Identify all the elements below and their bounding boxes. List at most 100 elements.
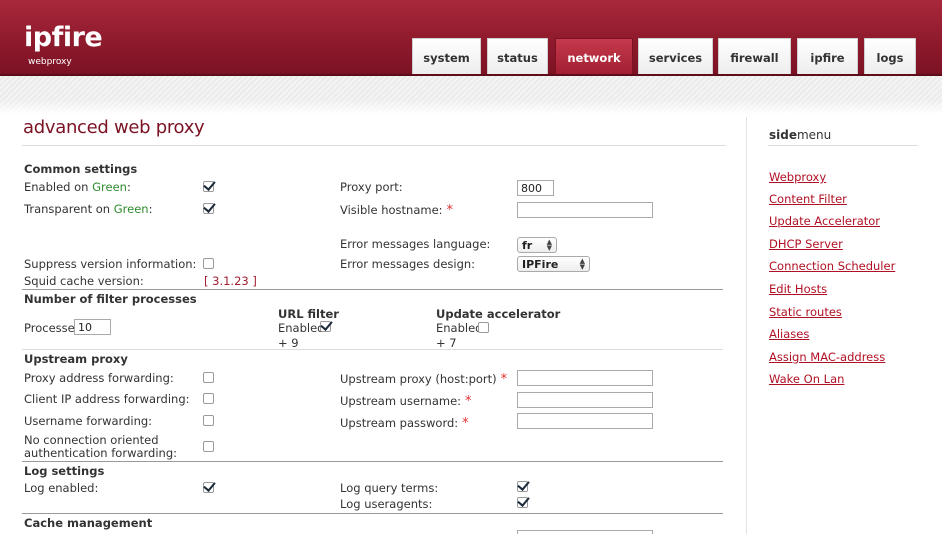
tab-network[interactable]: network (555, 38, 633, 76)
url-filter-heading: URL filter (278, 307, 339, 321)
label-text: Transparent on (24, 202, 111, 216)
client-ip-forwarding-label: Client IP address forwarding: (24, 392, 190, 406)
error-design-select[interactable]: IPFire ▲ ▼ (517, 256, 590, 272)
log-query-terms-checkbox[interactable] (517, 481, 528, 492)
enabled-on-green-label: Enabled on Green: (24, 180, 131, 194)
upstream-host-port-input[interactable] (517, 370, 653, 386)
url-filter-count: + 9 (278, 336, 299, 350)
green-zone-text: Green (113, 202, 149, 216)
sidemenu-item-wake-on-lan[interactable]: Wake On Lan (769, 372, 844, 386)
required-asterisk: * (465, 394, 472, 409)
update-accelerator-enabled-checkbox[interactable] (478, 322, 489, 333)
sidemenu-item-dhcp-server[interactable]: DHCP Server (769, 237, 843, 251)
squid-version-value: [ 3.1.23 ] (204, 274, 257, 288)
tab-label: services (648, 50, 703, 65)
tab-services[interactable]: services (638, 38, 713, 76)
tab-system[interactable]: system (412, 38, 481, 76)
label-colon: : (126, 180, 131, 194)
header-band (0, 76, 942, 114)
select-value: fr (522, 239, 533, 252)
section-divider (22, 349, 723, 350)
username-forwarding-label: Username forwarding: (24, 414, 153, 428)
tab-label: network (567, 50, 621, 65)
section-divider (22, 289, 723, 290)
sidemenu-item-connection-scheduler[interactable]: Connection Scheduler (769, 259, 895, 273)
no-connection-forwarding-checkbox[interactable] (203, 441, 214, 452)
label-text: Enabled on (24, 180, 89, 194)
section-common-settings: Common settings (24, 162, 138, 176)
sidemenu-divider (746, 117, 747, 534)
app-logo-subtitle: webproxy (28, 57, 72, 67)
page-title: advanced web proxy (23, 117, 205, 138)
upstream-password-label: Upstream password: * (340, 416, 469, 431)
update-accelerator-heading: Update accelerator (436, 307, 561, 321)
tab-label: logs (876, 50, 904, 65)
error-language-select[interactable]: fr ▲ ▼ (517, 237, 557, 253)
cache-input-partial[interactable] (517, 530, 653, 534)
sidemenu-item-content-filter[interactable]: Content Filter (769, 192, 847, 206)
app-logo[interactable]: ipfire (24, 22, 103, 53)
suppress-version-label: Suppress version information: (24, 257, 197, 271)
section-divider (22, 513, 723, 514)
label-text: Upstream proxy (host:port) (340, 372, 497, 386)
upstream-username-label: Upstream username: * (340, 394, 472, 409)
upstream-password-input[interactable] (517, 413, 653, 429)
sidemenu-item-update-accelerator[interactable]: Update Accelerator (769, 214, 880, 228)
sidemenu-item-edit-hosts[interactable]: Edit Hosts (769, 282, 827, 296)
no-connection-forwarding-label-line1: No connection oriented (24, 433, 159, 447)
url-filter-enabled-checkbox[interactable] (320, 321, 331, 332)
select-arrows-icon: ▲ ▼ (579, 257, 585, 271)
proxy-address-forwarding-checkbox[interactable] (203, 372, 214, 383)
log-useragents-label: Log useragents: (340, 497, 433, 511)
username-forwarding-checkbox[interactable] (203, 415, 214, 426)
transparent-on-green-checkbox[interactable] (203, 203, 214, 214)
label-text: Upstream username: (340, 394, 462, 408)
client-ip-forwarding-checkbox[interactable] (203, 393, 214, 404)
proxy-port-input[interactable]: 800 (517, 180, 554, 196)
sidemenu-title-divider (768, 145, 918, 146)
upstream-host-port-label: Upstream proxy (host:port) * (340, 372, 507, 387)
visible-hostname-label: Visible hostname: * (340, 203, 453, 218)
required-asterisk: * (500, 372, 508, 387)
squid-version-label: Squid cache version: (24, 274, 144, 288)
green-zone-text: Green (92, 180, 127, 194)
proxy-address-forwarding-label: Proxy address forwarding: (24, 371, 174, 385)
select-arrows-icon: ▲ ▼ (546, 238, 552, 252)
processes-input[interactable]: 10 (74, 319, 111, 335)
label-colon: : (148, 202, 153, 216)
title-divider (22, 145, 726, 146)
sidemenu-title: sidemenu (769, 128, 831, 142)
sidemenu-item-static-routes[interactable]: Static routes (769, 305, 842, 319)
tab-label: ipfire (810, 50, 845, 65)
update-accelerator-enabled-label: Enabled (436, 321, 483, 335)
upstream-username-input[interactable] (517, 392, 653, 408)
tab-logs[interactable]: logs (864, 38, 916, 76)
update-accelerator-count: + 7 (436, 336, 457, 350)
suppress-version-checkbox[interactable] (203, 258, 214, 269)
top-header: ipfire webproxy system status network se… (0, 0, 942, 76)
tab-ipfire[interactable]: ipfire (797, 38, 858, 76)
required-asterisk: * (462, 416, 469, 431)
tab-label: firewall (730, 50, 779, 65)
enabled-on-green-checkbox[interactable] (203, 181, 214, 192)
error-language-label: Error messages language: (340, 237, 491, 251)
sidemenu-title-rest: menu (796, 128, 832, 142)
label-text: Visible hostname: (340, 203, 443, 217)
section-cache-management: Cache management (24, 516, 153, 530)
log-enabled-checkbox[interactable] (203, 482, 214, 493)
proxy-port-label: Proxy port: (340, 180, 403, 194)
log-query-terms-label: Log query terms: (340, 481, 439, 495)
visible-hostname-input[interactable] (517, 202, 653, 218)
log-useragents-checkbox[interactable] (517, 497, 528, 508)
required-asterisk: * (446, 203, 454, 218)
section-upstream-proxy: Upstream proxy (24, 352, 128, 366)
tab-firewall[interactable]: firewall (718, 38, 791, 76)
section-filter-processes: Number of filter processes (24, 292, 197, 306)
tab-status[interactable]: status (487, 38, 548, 76)
sidemenu-title-bold: side (769, 128, 797, 142)
tab-label: status (497, 50, 538, 65)
error-design-label: Error messages design: (340, 257, 476, 271)
sidemenu-item-assign-mac-address[interactable]: Assign MAC-address (769, 350, 885, 364)
sidemenu-item-aliases[interactable]: Aliases (769, 327, 809, 341)
sidemenu-item-webproxy[interactable]: Webproxy (769, 170, 826, 184)
